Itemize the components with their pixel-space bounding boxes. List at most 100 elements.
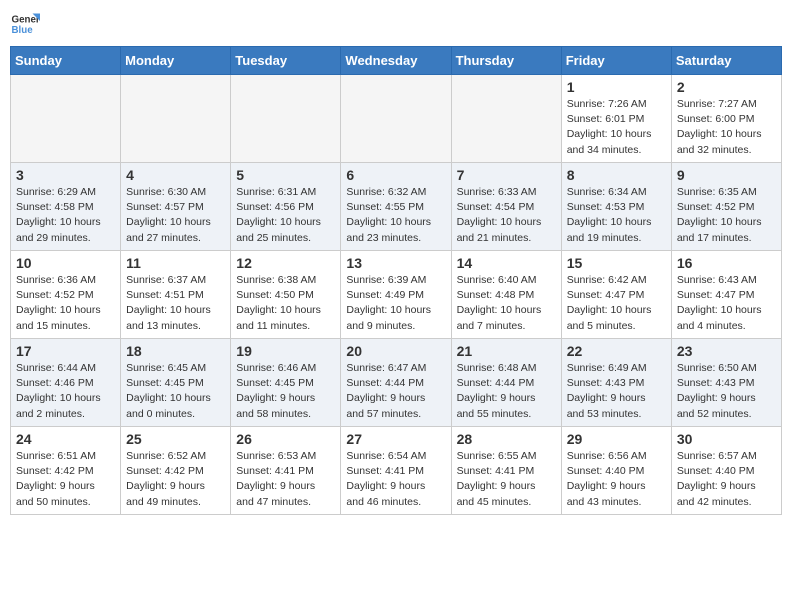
day-detail: Sunrise: 6:49 AM Sunset: 4:43 PM Dayligh… xyxy=(567,361,666,422)
calendar-cell: 4 Sunrise: 6:30 AM Sunset: 4:57 PM Daylig… xyxy=(121,163,231,251)
weekday-header-tuesday: Tuesday xyxy=(231,47,341,75)
day-detail: Sunrise: 6:31 AM Sunset: 4:56 PM Dayligh… xyxy=(236,185,335,246)
weekday-header-saturday: Saturday xyxy=(671,47,781,75)
day-detail: Sunrise: 6:30 AM Sunset: 4:57 PM Dayligh… xyxy=(126,185,225,246)
calendar-cell: 24Sunrise: 6:51 AM Sunset: 4:42 PM Dayli… xyxy=(11,427,121,515)
calendar-cell: 3 Sunrise: 6:29 AM Sunset: 4:58 PM Daylig… xyxy=(11,163,121,251)
weekday-header-friday: Friday xyxy=(561,47,671,75)
day-detail: Sunrise: 7:27 AM Sunset: 6:00 PM Dayligh… xyxy=(677,97,776,158)
day-number: 2 xyxy=(677,79,776,95)
day-number: 23 xyxy=(677,343,776,359)
calendar-cell: 27 Sunrise: 6:54 AM Sunset: 4:41 PM Dayli… xyxy=(341,427,451,515)
day-detail: Sunrise: 6:44 AM Sunset: 4:46 PM Dayligh… xyxy=(16,361,115,422)
logo: General Blue xyxy=(10,10,40,38)
calendar-week-3: 10 Sunrise: 6:36 AM Sunset: 4:52 PM Dayli… xyxy=(11,251,782,339)
day-detail: Sunrise: 6:42 AM Sunset: 4:47 PM Dayligh… xyxy=(567,273,666,334)
calendar-cell: 21Sunrise: 6:48 AM Sunset: 4:44 PM Dayli… xyxy=(451,339,561,427)
day-detail: Sunrise: 6:40 AM Sunset: 4:48 PM Dayligh… xyxy=(457,273,556,334)
calendar-table: SundayMondayTuesdayWednesdayThursdayFrid… xyxy=(10,46,782,515)
calendar-cell xyxy=(11,75,121,163)
calendar-week-2: 3 Sunrise: 6:29 AM Sunset: 4:58 PM Daylig… xyxy=(11,163,782,251)
day-detail: Sunrise: 6:51 AM Sunset: 4:42 PM Dayligh… xyxy=(16,449,115,510)
day-detail: Sunrise: 6:46 AM Sunset: 4:45 PM Dayligh… xyxy=(236,361,335,422)
calendar-cell: 11Sunrise: 6:37 AM Sunset: 4:51 PM Dayli… xyxy=(121,251,231,339)
day-number: 1 xyxy=(567,79,666,95)
day-detail: Sunrise: 6:55 AM Sunset: 4:41 PM Dayligh… xyxy=(457,449,556,510)
day-number: 13 xyxy=(346,255,445,271)
calendar-cell xyxy=(121,75,231,163)
weekday-header-monday: Monday xyxy=(121,47,231,75)
day-detail: Sunrise: 6:52 AM Sunset: 4:42 PM Dayligh… xyxy=(126,449,225,510)
day-number: 8 xyxy=(567,167,666,183)
day-number: 26 xyxy=(236,431,335,447)
logo-icon: General Blue xyxy=(10,10,40,38)
svg-text:Blue: Blue xyxy=(12,25,34,36)
calendar-cell: 15 Sunrise: 6:42 AM Sunset: 4:47 PM Dayli… xyxy=(561,251,671,339)
calendar-cell: 28Sunrise: 6:55 AM Sunset: 4:41 PM Dayli… xyxy=(451,427,561,515)
calendar-cell: 14Sunrise: 6:40 AM Sunset: 4:48 PM Dayli… xyxy=(451,251,561,339)
day-number: 27 xyxy=(346,431,445,447)
calendar-cell: 23 Sunrise: 6:50 AM Sunset: 4:43 PM Dayli… xyxy=(671,339,781,427)
calendar-week-1: 1 Sunrise: 7:26 AM Sunset: 6:01 PM Daylig… xyxy=(11,75,782,163)
day-number: 25 xyxy=(126,431,225,447)
day-detail: Sunrise: 6:53 AM Sunset: 4:41 PM Dayligh… xyxy=(236,449,335,510)
page-header: General Blue xyxy=(10,10,782,38)
day-detail: Sunrise: 6:32 AM Sunset: 4:55 PM Dayligh… xyxy=(346,185,445,246)
weekday-header-thursday: Thursday xyxy=(451,47,561,75)
calendar-cell: 1 Sunrise: 7:26 AM Sunset: 6:01 PM Daylig… xyxy=(561,75,671,163)
day-number: 30 xyxy=(677,431,776,447)
day-number: 4 xyxy=(126,167,225,183)
day-detail: Sunrise: 6:29 AM Sunset: 4:58 PM Dayligh… xyxy=(16,185,115,246)
day-number: 21 xyxy=(457,343,556,359)
day-detail: Sunrise: 6:33 AM Sunset: 4:54 PM Dayligh… xyxy=(457,185,556,246)
day-number: 18 xyxy=(126,343,225,359)
calendar-cell: 20Sunrise: 6:47 AM Sunset: 4:44 PM Dayli… xyxy=(341,339,451,427)
day-detail: Sunrise: 6:57 AM Sunset: 4:40 PM Dayligh… xyxy=(677,449,776,510)
calendar-cell: 7 Sunrise: 6:33 AM Sunset: 4:54 PM Daylig… xyxy=(451,163,561,251)
day-number: 11 xyxy=(126,255,225,271)
day-number: 3 xyxy=(16,167,115,183)
day-number: 7 xyxy=(457,167,556,183)
calendar-cell: 18 Sunrise: 6:45 AM Sunset: 4:45 PM Dayli… xyxy=(121,339,231,427)
day-detail: Sunrise: 6:36 AM Sunset: 4:52 PM Dayligh… xyxy=(16,273,115,334)
calendar-cell xyxy=(231,75,341,163)
calendar-cell: 8 Sunrise: 6:34 AM Sunset: 4:53 PM Daylig… xyxy=(561,163,671,251)
day-detail: Sunrise: 6:34 AM Sunset: 4:53 PM Dayligh… xyxy=(567,185,666,246)
day-detail: Sunrise: 6:35 AM Sunset: 4:52 PM Dayligh… xyxy=(677,185,776,246)
calendar-cell: 2 Sunrise: 7:27 AM Sunset: 6:00 PM Daylig… xyxy=(671,75,781,163)
calendar-cell: 10 Sunrise: 6:36 AM Sunset: 4:52 PM Dayli… xyxy=(11,251,121,339)
day-detail: Sunrise: 6:56 AM Sunset: 4:40 PM Dayligh… xyxy=(567,449,666,510)
calendar-cell: 16 Sunrise: 6:43 AM Sunset: 4:47 PM Dayli… xyxy=(671,251,781,339)
calendar-cell: 26 Sunrise: 6:53 AM Sunset: 4:41 PM Dayli… xyxy=(231,427,341,515)
calendar-cell: 9Sunrise: 6:35 AM Sunset: 4:52 PM Daylig… xyxy=(671,163,781,251)
calendar-cell: 19 Sunrise: 6:46 AM Sunset: 4:45 PM Dayli… xyxy=(231,339,341,427)
day-number: 20 xyxy=(346,343,445,359)
calendar-cell: 22 Sunrise: 6:49 AM Sunset: 4:43 PM Dayli… xyxy=(561,339,671,427)
calendar-cell: 6 Sunrise: 6:32 AM Sunset: 4:55 PM Daylig… xyxy=(341,163,451,251)
day-detail: Sunrise: 6:54 AM Sunset: 4:41 PM Dayligh… xyxy=(346,449,445,510)
calendar-cell: 25 Sunrise: 6:52 AM Sunset: 4:42 PM Dayli… xyxy=(121,427,231,515)
calendar-cell xyxy=(451,75,561,163)
weekday-header-row: SundayMondayTuesdayWednesdayThursdayFrid… xyxy=(11,47,782,75)
day-number: 17 xyxy=(16,343,115,359)
day-number: 22 xyxy=(567,343,666,359)
day-number: 19 xyxy=(236,343,335,359)
calendar-cell: 29 Sunrise: 6:56 AM Sunset: 4:40 PM Dayli… xyxy=(561,427,671,515)
day-detail: Sunrise: 6:39 AM Sunset: 4:49 PM Dayligh… xyxy=(346,273,445,334)
day-detail: Sunrise: 6:43 AM Sunset: 4:47 PM Dayligh… xyxy=(677,273,776,334)
day-detail: Sunrise: 6:38 AM Sunset: 4:50 PM Dayligh… xyxy=(236,273,335,334)
weekday-header-sunday: Sunday xyxy=(11,47,121,75)
day-number: 6 xyxy=(346,167,445,183)
day-number: 12 xyxy=(236,255,335,271)
calendar-week-5: 24Sunrise: 6:51 AM Sunset: 4:42 PM Dayli… xyxy=(11,427,782,515)
day-detail: Sunrise: 6:50 AM Sunset: 4:43 PM Dayligh… xyxy=(677,361,776,422)
day-number: 10 xyxy=(16,255,115,271)
calendar-cell: 17 Sunrise: 6:44 AM Sunset: 4:46 PM Dayli… xyxy=(11,339,121,427)
day-detail: Sunrise: 6:45 AM Sunset: 4:45 PM Dayligh… xyxy=(126,361,225,422)
day-number: 15 xyxy=(567,255,666,271)
calendar-week-4: 17 Sunrise: 6:44 AM Sunset: 4:46 PM Dayli… xyxy=(11,339,782,427)
day-number: 29 xyxy=(567,431,666,447)
calendar-cell: 13 Sunrise: 6:39 AM Sunset: 4:49 PM Dayli… xyxy=(341,251,451,339)
day-detail: Sunrise: 7:26 AM Sunset: 6:01 PM Dayligh… xyxy=(567,97,666,158)
day-number: 16 xyxy=(677,255,776,271)
